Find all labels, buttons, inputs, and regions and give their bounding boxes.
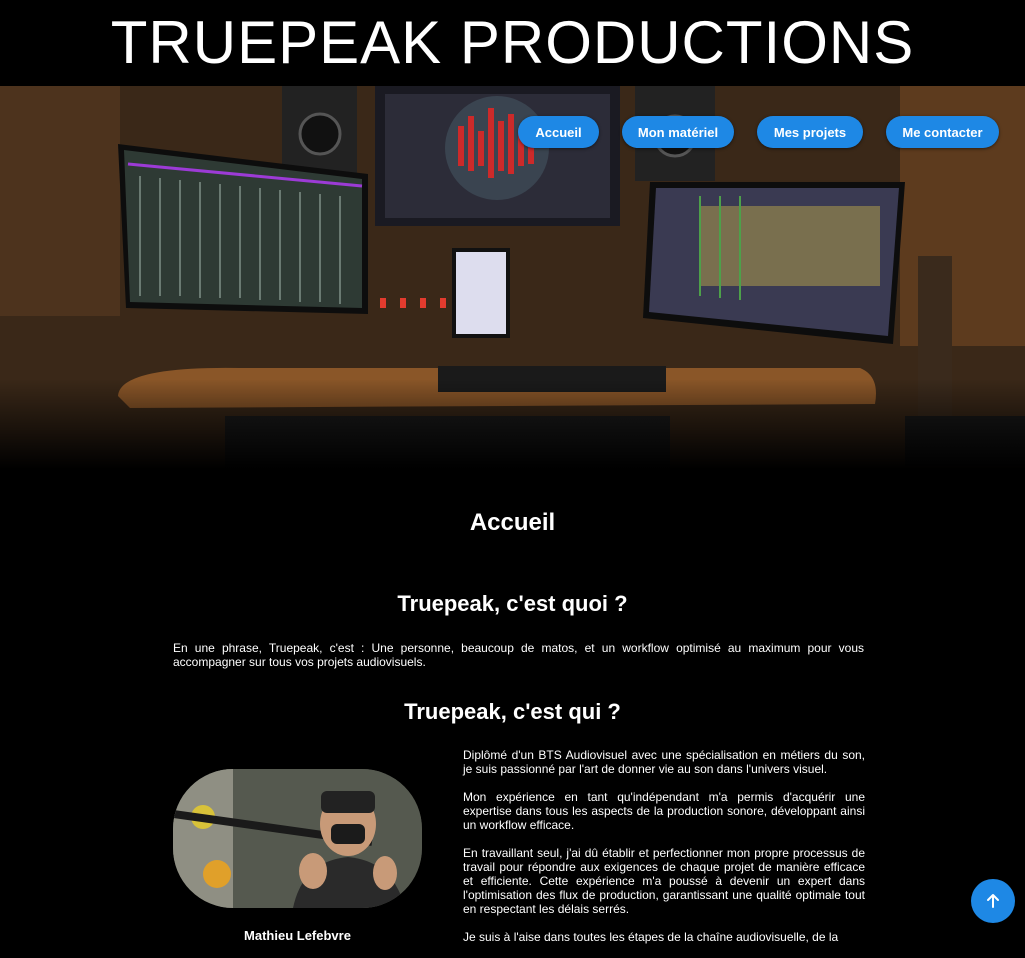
page-title: Accueil [469,509,556,536]
section-what-heading: Truepeak, c'est quoi ? [397,591,628,616]
nav-projets-button[interactable]: Mes projets [757,116,863,148]
nav-materiel-button[interactable]: Mon matériel [622,116,734,148]
bio-paragraph: Mon expérience en tant qu'indépendant m'… [463,790,865,832]
nav-contact-button[interactable]: Me contacter [886,116,999,148]
site-header: TRUEPEAK PRODUCTIONS [0,0,1025,86]
section-what-text: En une phrase, Truepeak, c'est : Une per… [173,641,864,669]
main-nav: Accueil Mon matériel Mes projets Me cont… [0,116,1025,148]
bio-paragraph: Je suis à l'aise dans toutes les étapes … [463,930,839,944]
portrait-image [173,769,422,908]
bio-text: Diplômé d'un BTS Audiovisuel avec une sp… [463,748,865,958]
bio-paragraph: Diplômé d'un BTS Audiovisuel avec une sp… [463,748,865,776]
nav-accueil-button[interactable]: Accueil [518,116,599,148]
scroll-to-top-button[interactable] [971,879,1015,923]
bio-paragraph: En travaillant seul, j'ai dû établir et … [463,846,865,916]
hero-fade [0,379,1025,469]
arrow-up-icon [987,894,999,908]
section-who-heading: Truepeak, c'est qui ? [404,699,621,724]
site-title: TRUEPEAK PRODUCTIONS [110,9,915,76]
